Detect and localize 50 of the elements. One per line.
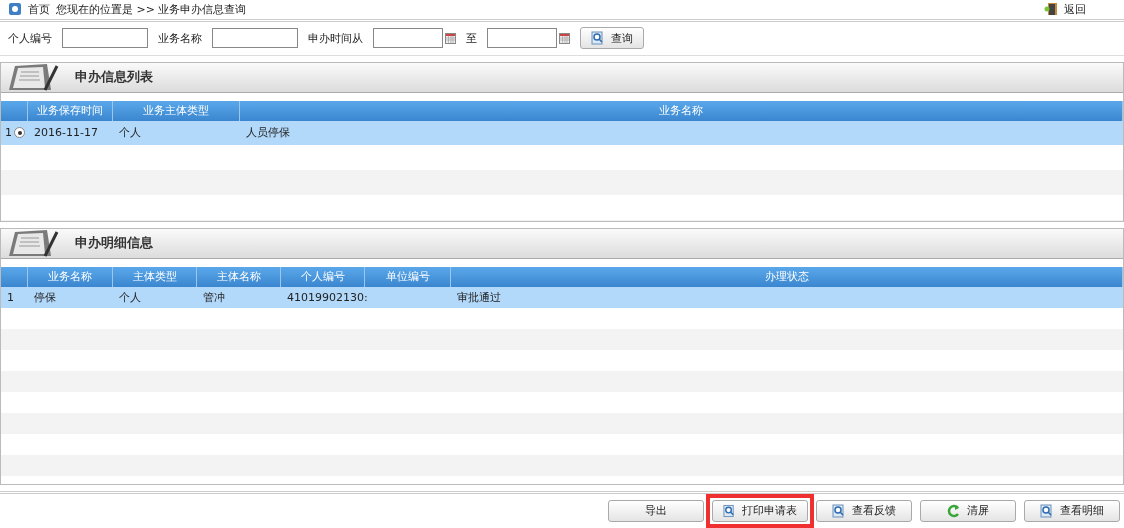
column-header: 单位编号 — [365, 266, 451, 287]
query-button[interactable]: 查询 — [580, 27, 644, 50]
section-title: 申办明细信息 — [75, 234, 153, 253]
field-label: 业务名称 — [158, 30, 202, 46]
table-row[interactable]: 1 停保 个人 管冲 41019902130: 审批通过 — [1, 286, 1123, 308]
field-label: 个人编号 — [8, 30, 52, 46]
action-button[interactable]: 打印申请表 — [712, 500, 808, 522]
table-cell-text: 人员停保 — [245, 125, 291, 142]
date-field[interactable] — [487, 28, 557, 49]
calendar-icon[interactable] — [445, 32, 456, 44]
table-cell-text: 停保 — [33, 289, 57, 306]
home-link[interactable]: 首页 — [28, 1, 50, 17]
input-field[interactable] — [62, 28, 148, 49]
action-button[interactable]: 查看反馈 — [816, 500, 912, 522]
home-icon[interactable] — [8, 2, 22, 17]
column-header: 业务名称 — [240, 100, 1123, 121]
table-cell-text: 41019902130: — [286, 289, 365, 306]
field-label: 至 — [466, 30, 477, 46]
action-button[interactable]: 清屏 — [920, 500, 1016, 522]
magnifier-icon — [591, 31, 605, 46]
calendar-icon[interactable] — [559, 32, 570, 44]
action-button[interactable]: 导出 — [608, 500, 704, 522]
input-field[interactable] — [212, 28, 298, 49]
column-header: 业务保存时间 — [28, 100, 113, 121]
date-field[interactable] — [373, 28, 443, 49]
table-row[interactable]: 1 2016-11-17 个人 人员停保 — [1, 120, 1123, 145]
magnifier-icon — [1040, 504, 1054, 518]
column-header: 业务主体类型 — [113, 100, 240, 121]
column-header: 主体类型 — [113, 266, 197, 287]
refresh-icon — [947, 504, 961, 518]
table-cell-text: 管冲 — [202, 289, 226, 306]
table-cell-text: 审批通过 — [456, 289, 502, 306]
column-header: 主体名称 — [197, 266, 281, 287]
breadcrumb-text: 您现在的位置是 >> 业务申办信息查询 — [56, 1, 247, 17]
action-button[interactable]: 查看明细 — [1024, 500, 1120, 522]
row-number: 1 — [5, 126, 12, 140]
row-radio[interactable] — [14, 127, 25, 139]
table-cell-text: 个人 — [118, 125, 142, 142]
magnifier-icon — [832, 504, 846, 518]
section-title: 申办信息列表 — [75, 68, 153, 87]
exit-door-icon[interactable] — [1044, 2, 1058, 17]
field-label: 申办时间从 — [308, 30, 363, 46]
table-cell-text: 个人 — [118, 289, 142, 306]
magnifier-icon — [723, 504, 736, 518]
column-header: 业务名称 — [28, 266, 113, 287]
back-link[interactable]: 返回 — [1064, 1, 1086, 17]
column-header: 个人编号 — [281, 266, 365, 287]
row-number: 1 — [6, 289, 15, 306]
table-cell-text: 2016-11-17 — [33, 125, 99, 142]
column-header: 办理状态 — [451, 266, 1123, 287]
